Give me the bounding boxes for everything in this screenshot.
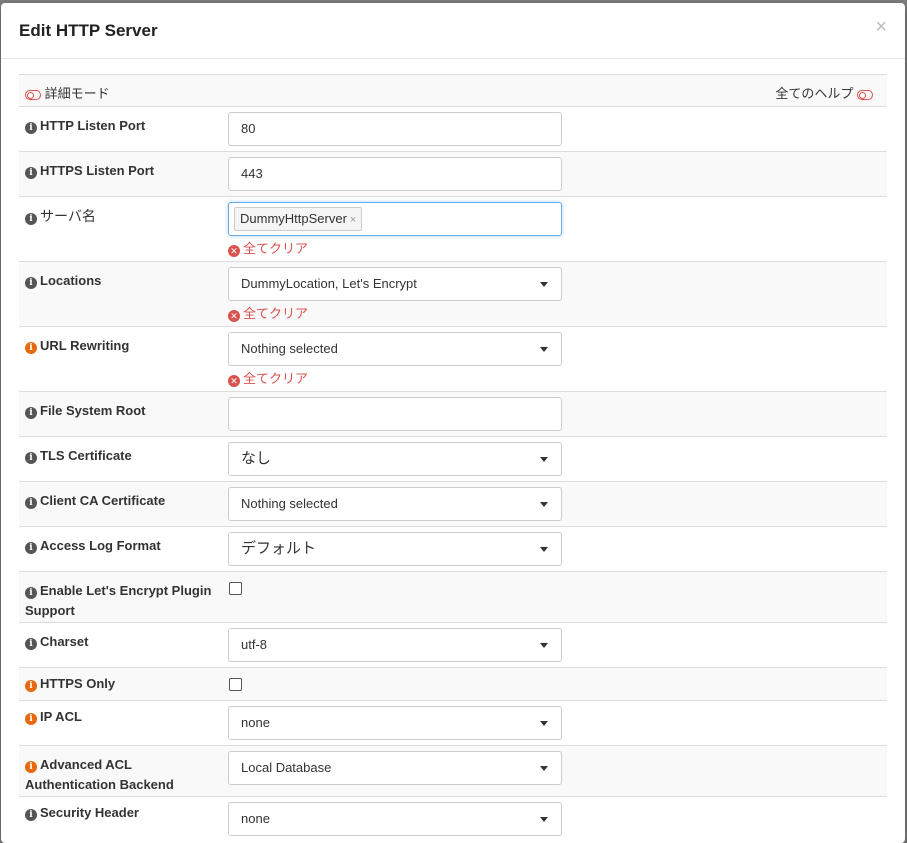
enable-letsencrypt-checkbox[interactable] (229, 582, 242, 595)
security-header-select[interactable]: none (228, 802, 562, 836)
http-listen-port-label: i HTTP Listen Port (25, 116, 221, 136)
info-icon[interactable]: i (25, 809, 37, 821)
edit-http-server-modal: Edit HTTP Server × 詳細モード 全てのヘルプ i HTTP Li… (1, 3, 905, 843)
info-icon[interactable]: i (25, 713, 37, 725)
locations-label: i Locations (25, 271, 221, 291)
row-url-rewriting: i URL Rewriting Nothing selected ✕ 全てクリア (19, 326, 887, 391)
modal-title: Edit HTTP Server (19, 21, 158, 40)
row-file-system-root: i File System Root (19, 391, 887, 436)
https-only-label: i HTTPS Only (25, 674, 221, 694)
locations-select[interactable]: DummyLocation, Let's Encrypt (228, 267, 562, 301)
all-help-toggle[interactable]: 全てのヘルプ (775, 83, 873, 102)
advanced-mode-toggle[interactable]: 詳細モード (25, 83, 110, 102)
row-https-only: i HTTPS Only (19, 667, 887, 700)
info-icon[interactable]: i (25, 342, 37, 354)
charset-select[interactable]: utf-8 (228, 628, 562, 662)
locations-clear-all[interactable]: ✕ 全てクリア (228, 303, 308, 322)
client-ca-certificate-label: i Client CA Certificate (25, 491, 221, 511)
info-icon[interactable]: i (25, 277, 37, 289)
access-log-format-select[interactable]: デフォルト (228, 532, 562, 566)
server-name-tag: DummyHttpServer × (234, 207, 363, 231)
tls-certificate-select[interactable]: なし (228, 442, 562, 476)
clear-icon: ✕ (228, 375, 240, 387)
https-listen-port-label: i HTTPS Listen Port (25, 161, 221, 181)
info-icon[interactable]: i (25, 761, 37, 773)
clear-icon: ✕ (228, 310, 240, 322)
security-header-label: i Security Header (25, 803, 221, 823)
form-table: 詳細モード 全てのヘルプ i HTTP Listen Port 80 i HTTPS… (19, 74, 887, 841)
https-listen-port-input[interactable]: 443 (228, 157, 562, 191)
row-enable-letsencrypt: i Enable Let's Encrypt Plugin Support (19, 571, 887, 622)
form-toolbar: 詳細モード 全てのヘルプ (19, 74, 887, 106)
ip-acl-select[interactable]: none (228, 706, 562, 740)
http-listen-port-input[interactable]: 80 (228, 112, 562, 146)
row-tls-certificate: i TLS Certificate なし (19, 436, 887, 481)
row-security-header: i Security Header none (19, 796, 887, 841)
url-rewriting-clear-all[interactable]: ✕ 全てクリア (228, 368, 308, 387)
advanced-mode-label: 詳細モード (44, 86, 110, 101)
all-help-label: 全てのヘルプ (775, 86, 854, 101)
info-icon[interactable]: i (25, 587, 37, 599)
row-access-log-format: i Access Log Format デフォルト (19, 526, 887, 571)
server-name-label: i サーバ名 (25, 206, 221, 226)
info-icon[interactable]: i (25, 122, 37, 134)
file-system-root-label: i File System Root (25, 401, 221, 421)
info-icon[interactable]: i (25, 213, 37, 225)
server-name-clear-all[interactable]: ✕ 全てクリア (228, 238, 308, 257)
tls-certificate-label: i TLS Certificate (25, 446, 221, 466)
https-only-checkbox[interactable] (229, 678, 242, 691)
row-server-name: i サーバ名 DummyHttpServer × ✕ 全てクリア (19, 196, 887, 261)
enable-letsencrypt-label: i Enable Let's Encrypt Plugin Support (25, 583, 212, 618)
ip-acl-label: i IP ACL (25, 707, 221, 727)
row-charset: i Charset utf-8 (19, 622, 887, 667)
info-icon[interactable]: i (25, 167, 37, 179)
advanced-acl-backend-select[interactable]: Local Database (228, 751, 562, 785)
clear-icon: ✕ (228, 245, 240, 257)
row-locations: i Locations DummyLocation, Let's Encrypt … (19, 261, 887, 326)
row-https-listen-port: i HTTPS Listen Port 443 (19, 151, 887, 196)
toggle-off-icon (25, 89, 41, 100)
row-client-ca-certificate: i Client CA Certificate Nothing selected (19, 481, 887, 526)
url-rewriting-label: i URL Rewriting (25, 336, 221, 356)
info-icon[interactable]: i (25, 497, 37, 509)
toggle-off-icon (857, 89, 873, 100)
url-rewriting-select[interactable]: Nothing selected (228, 332, 562, 366)
charset-label: i Charset (25, 632, 221, 652)
modal-header: Edit HTTP Server × (1, 3, 905, 59)
tag-remove-icon[interactable]: × (350, 214, 356, 226)
row-ip-acl: i IP ACL none (19, 700, 887, 745)
info-icon[interactable]: i (25, 542, 37, 554)
info-icon[interactable]: i (25, 407, 37, 419)
client-ca-certificate-select[interactable]: Nothing selected (228, 487, 562, 521)
info-icon[interactable]: i (25, 452, 37, 464)
info-icon[interactable]: i (25, 680, 37, 692)
row-http-listen-port: i HTTP Listen Port 80 (19, 106, 887, 151)
file-system-root-input[interactable] (228, 397, 562, 431)
access-log-format-label: i Access Log Format (25, 536, 221, 556)
advanced-acl-backend-label: i Advanced ACL Authentication Backend (25, 757, 174, 792)
row-advanced-acl-backend: i Advanced ACL Authentication Backend Loc… (19, 745, 887, 796)
info-icon[interactable]: i (25, 638, 37, 650)
close-icon[interactable]: × (875, 17, 887, 37)
server-name-tokens-input[interactable]: DummyHttpServer × (228, 202, 562, 236)
